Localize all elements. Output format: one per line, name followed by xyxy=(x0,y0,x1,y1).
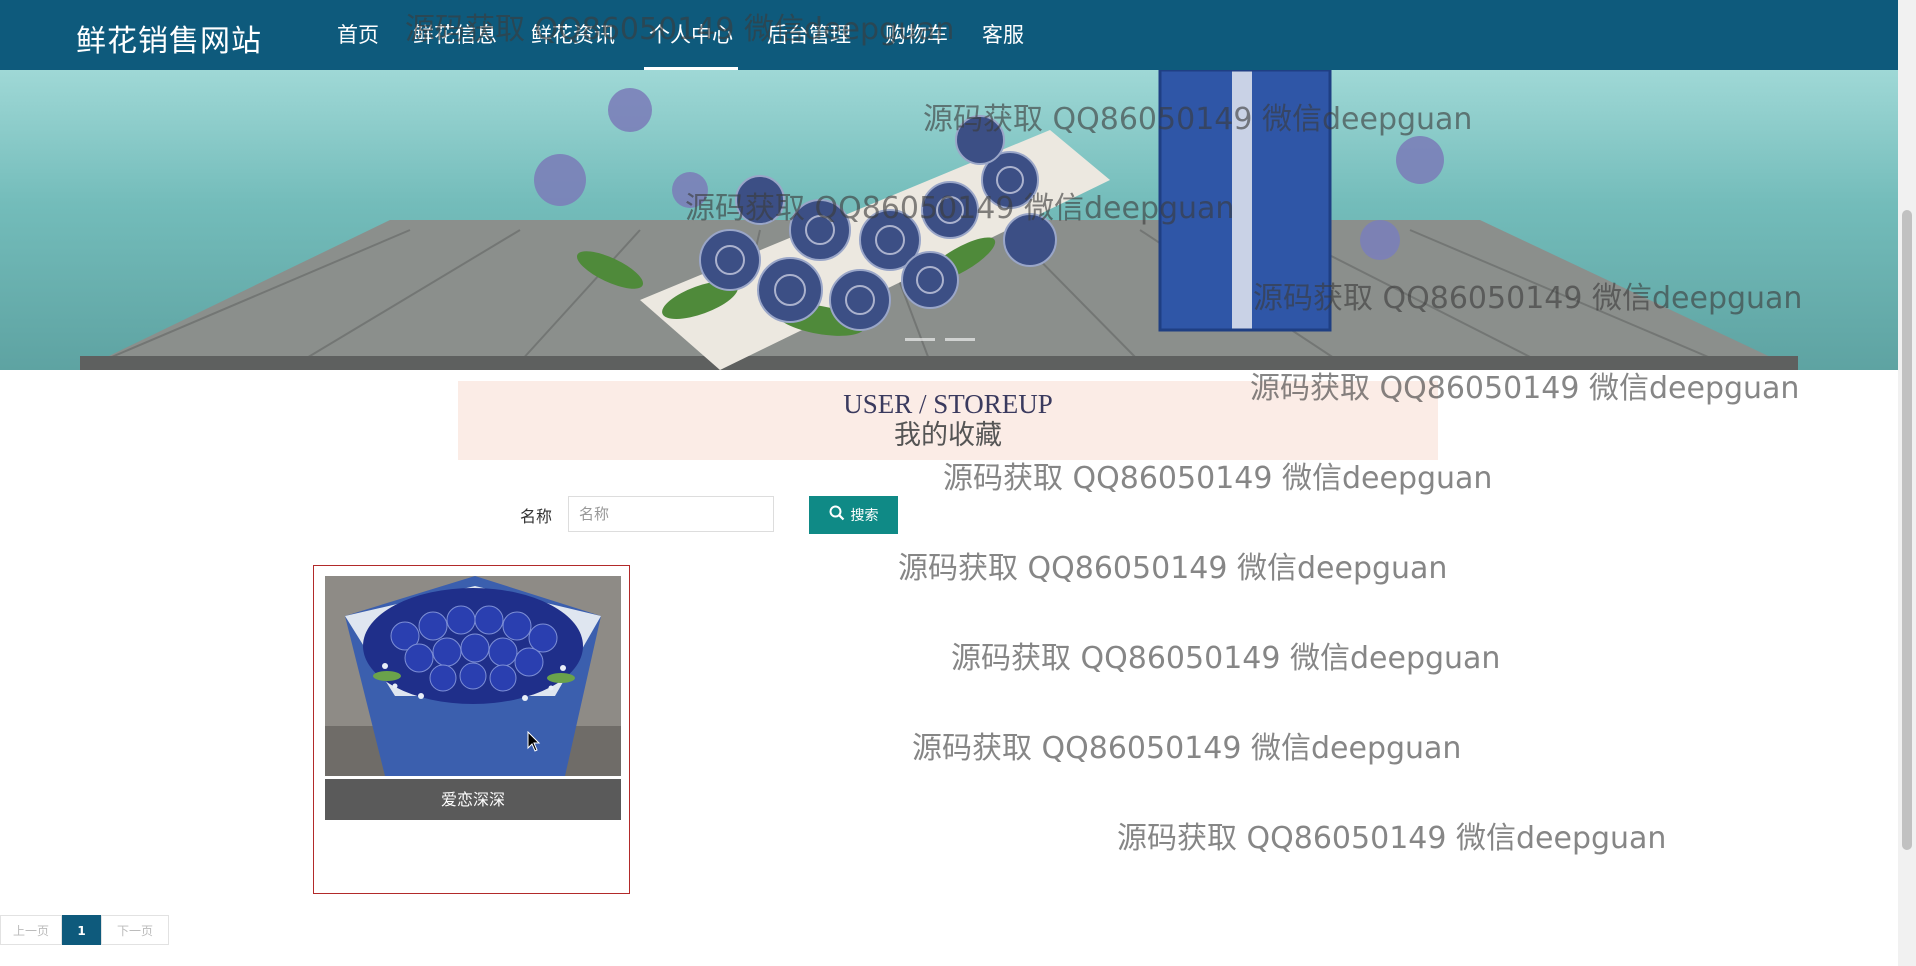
page-scrollbar[interactable] xyxy=(1898,0,1916,966)
search-button-label: 搜索 xyxy=(850,508,879,524)
page-title-cn: 我的收藏 xyxy=(894,420,1002,451)
favorite-item-card[interactable]: 爱恋深深 xyxy=(313,565,630,894)
search-name-label: 名称 xyxy=(520,507,553,526)
search-name-input[interactable]: 名称 xyxy=(568,496,774,532)
top-navbar: 鲜花销售网站 首页 鲜花信息 鲜花资讯 个人中心 后台管理 购物车 客服 xyxy=(0,0,1898,70)
pagination-page-current[interactable]: 1 xyxy=(62,915,101,945)
main-nav: 首页 鲜花信息 鲜花资讯 个人中心 后台管理 购物车 客服 xyxy=(320,0,1041,70)
watermark-text: 源码获取 QQ86050149 微信deepguan xyxy=(912,731,1462,766)
nav-user-center[interactable]: 个人中心 xyxy=(632,0,750,70)
nav-flower-news[interactable]: 鲜花资讯 xyxy=(514,0,632,70)
watermark-text: 源码获取 QQ86050149 微信deepguan xyxy=(898,551,1448,586)
banner-image xyxy=(80,70,1798,370)
favorite-item-name[interactable]: 爱恋深深 xyxy=(325,779,621,820)
nav-cart[interactable]: 购物车 xyxy=(868,0,965,70)
watermark-text: 源码获取 QQ86050149 微信deepguan xyxy=(1117,821,1667,856)
site-brand[interactable]: 鲜花销售网站 xyxy=(76,16,262,60)
pagination-next[interactable]: 下一页 xyxy=(101,915,169,945)
page-title-box: USER / STOREUP 我的收藏 xyxy=(458,381,1438,460)
search-icon xyxy=(829,505,845,525)
page-title-en: USER / STOREUP xyxy=(843,389,1053,419)
watermark-text: 源码获取 QQ86050149 微信deepguan xyxy=(951,641,1501,676)
favorite-item-image[interactable] xyxy=(325,576,621,776)
hero-banner xyxy=(0,70,1898,370)
pagination-prev[interactable]: 上一页 xyxy=(0,915,62,945)
mouse-cursor-icon xyxy=(527,731,541,752)
nav-home[interactable]: 首页 xyxy=(320,0,396,70)
nav-admin[interactable]: 后台管理 xyxy=(750,0,868,70)
nav-customer-service[interactable]: 客服 xyxy=(965,0,1041,70)
pagination: 上一页 1 下一页 xyxy=(0,915,169,945)
nav-flower-info[interactable]: 鲜花信息 xyxy=(396,0,514,70)
scrollbar-thumb[interactable] xyxy=(1902,210,1912,850)
search-button[interactable]: 搜索 xyxy=(809,496,898,534)
